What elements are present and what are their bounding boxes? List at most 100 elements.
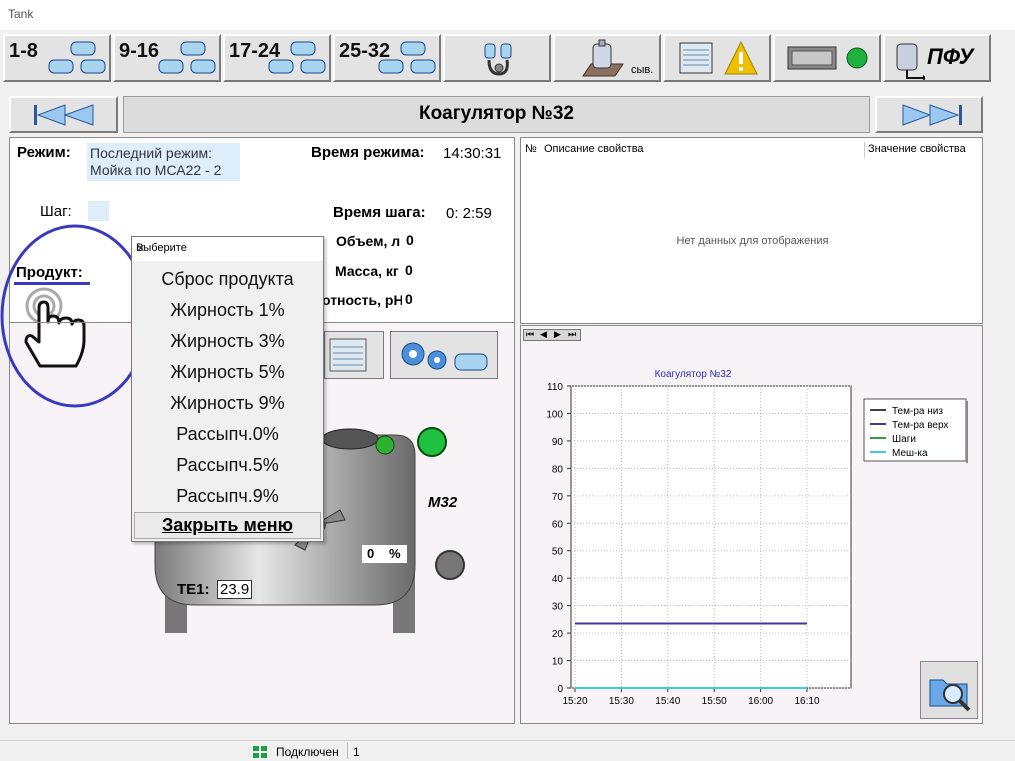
skip-back-icon [34,104,94,126]
y-tick-label: 20 [552,629,564,640]
product-select-popup: Выберите ✕ Сброс продукта Жирность 1% Жи… [131,236,324,542]
group-button-17-24[interactable]: 17-24 [223,34,331,82]
prev-device-button[interactable] [9,96,118,133]
device-title: Коагулятор №32 [123,96,870,133]
network-connected-icon [253,746,267,758]
plot-area [570,385,852,689]
x-tick-label: 16:10 [794,696,819,707]
step-time-label: Время шага: [333,204,426,221]
open-archive-button[interactable] [920,661,978,719]
chart-title: Коагулятор №32 [655,369,732,380]
tanks-icon [378,41,436,74]
status-count: 1 [353,745,360,759]
cheese-vat-icon [582,39,624,77]
cip-button[interactable] [443,34,551,82]
col-description-header: Описание свойства [544,143,644,155]
popup-item-fat-1[interactable]: Жирность 1% [132,300,323,321]
legend-label: Тем-ра верх [892,420,948,431]
status-led-green-icon [417,427,447,457]
legend-label: Тем-ра низ [892,406,943,417]
folder-search-icon [929,679,971,712]
popup-header: Выберите ✕ [132,237,323,261]
cip-tanks-icon [484,43,512,76]
group-button-25-32[interactable]: 25-32 [333,34,441,82]
popup-item-fat-9[interactable]: Жирность 9% [132,393,323,414]
status-bar: Подключен 1 [0,740,1015,761]
cheese-label: сыв. [631,64,654,76]
panel-status-button[interactable] [773,34,881,82]
status-led-icon [846,47,868,69]
x-tick-label: 15:20 [562,696,587,707]
group-label: 9-16 [119,40,160,62]
gear-tank-icon [401,342,488,371]
trend-view-button[interactable] [324,331,384,379]
y-tick-label: 60 [552,519,564,530]
popup-item-fat-3[interactable]: Жирность 3% [132,331,323,352]
close-menu-button[interactable]: Закрыть меню [134,512,321,539]
step-label: Шаг: [40,203,72,220]
tank-name: М32 [428,494,458,511]
properties-table: № Описание свойства Значение свойства Не… [520,137,983,324]
window-titlebar: Tank [0,0,1015,30]
group-button-9-16[interactable]: 9-16 [113,34,221,82]
mode-value-line2: Мойка по МСА22 - 2 [90,162,222,178]
x-tick-label: 15:40 [655,696,680,707]
mode-time-value: 14:30:31 [443,145,502,162]
level-percent-box: 0 % [362,545,407,563]
alarms-button[interactable] [663,34,771,82]
ph-value: 0 [402,291,426,309]
mode-label: Режим: [17,144,71,161]
te1-label: ТЕ1: [177,581,210,598]
popup-item-crumbly-0[interactable]: Рассыпч.0% [132,424,323,445]
tanks-icon [48,41,106,74]
warning-icon [724,40,758,75]
trend-chart: Коагулятор №32 0 10 20 30 40 50 60 70 80 90 100 110 1… [546,369,968,707]
group-button-1-8[interactable]: 1-8 [3,34,111,82]
legend-label: Шаги [892,434,916,445]
ph-label: отность, pH [322,292,404,308]
trend-window-icon [679,42,713,74]
y-tick-label: 50 [552,547,564,558]
connection-status: Подключен [276,745,339,759]
volume-label: Объем, л [336,233,401,249]
x-tick-label: 16:00 [748,696,773,707]
skip-forward-icon [902,104,962,126]
y-tick-label: 30 [552,602,564,613]
x-tick-label: 15:50 [702,696,727,707]
step-value [88,201,109,221]
y-tick-label: 70 [552,492,564,503]
status-led-grey-icon [435,550,465,580]
legend-shadow [966,401,968,463]
tap-hand-icon[interactable] [14,282,94,374]
status-divider [347,743,348,759]
trend-window-icon [329,338,367,372]
y-tick-label: 10 [552,657,564,668]
col-no-header: № [525,143,537,155]
cheese-button[interactable]: сыв. [553,34,661,82]
close-icon[interactable]: ✕ [136,242,317,255]
mode-value: Последний режим: Мойка по МСА22 - 2 [87,143,240,181]
y-tick-label: 90 [552,437,564,448]
no-data-message: Нет данных для отображения [676,235,829,247]
tanks-icon [158,41,216,74]
popup-item-reset[interactable]: Сброс продукта [132,269,323,290]
window-title: Tank [8,7,34,21]
y-tick-label: 100 [546,409,563,420]
y-tick-label: 80 [552,464,564,475]
next-device-button[interactable] [875,96,983,133]
y-tick-label: 110 [547,382,563,393]
mode-value-line1: Последний режим: [90,145,213,161]
settings-tank-button[interactable] [390,331,498,379]
step-time-value: 0: 2:59 [446,205,492,222]
col-value-header: Значение свойства [868,143,966,155]
volume-value: 0 [403,232,427,250]
panel-icon [787,46,837,70]
tanks-icon [268,41,326,74]
mass-label: Масса, кг [335,263,399,279]
popup-item-crumbly-5[interactable]: Рассыпч.5% [132,455,323,476]
popup-item-fat-5[interactable]: Жирность 5% [132,362,323,383]
pfu-button[interactable]: ПФУ [883,34,991,82]
popup-item-crumbly-9[interactable]: Рассыпч.9% [132,486,323,507]
trend-chart-panel: ⏮ ◀ ▶ ⏭ Коагулятор №32 0 10 20 30 40 50 60 70 80 9… [520,325,983,724]
te1-value: 23.9 [217,580,253,599]
